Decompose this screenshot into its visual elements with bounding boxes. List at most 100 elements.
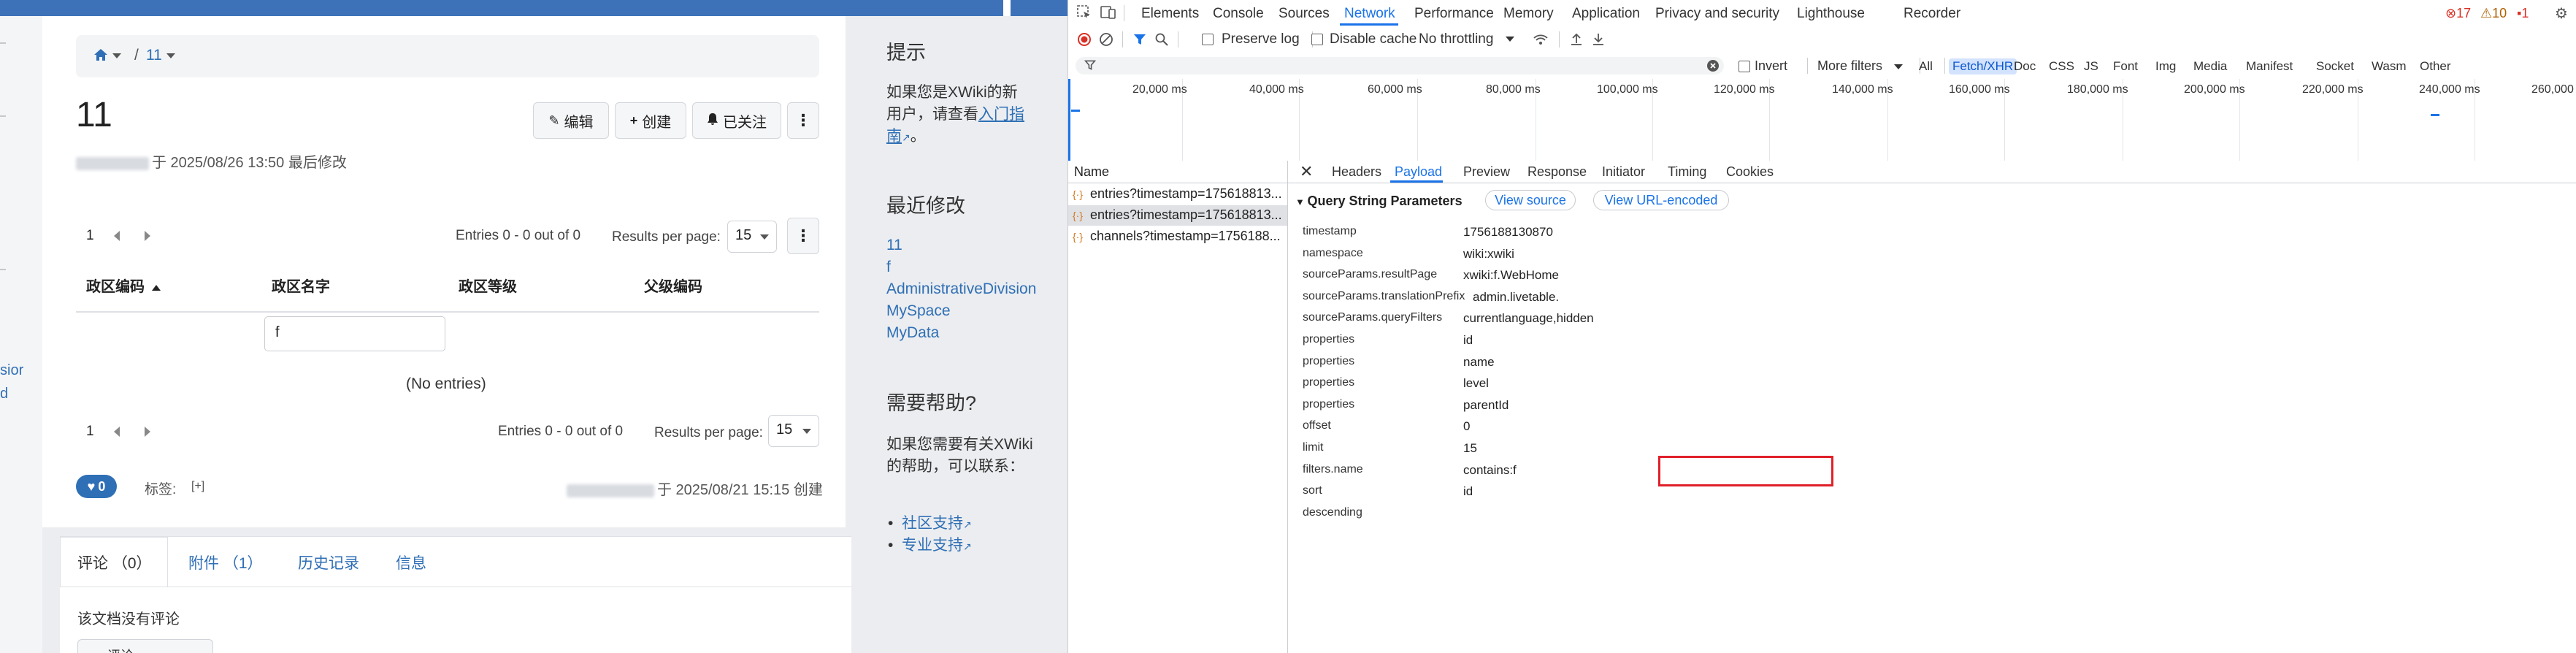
create-button[interactable]: + 创建	[615, 102, 686, 139]
more-filters-button[interactable]: More filters	[1817, 58, 1904, 74]
tab-recorder[interactable]: Recorder	[1904, 6, 1960, 22]
recent-link[interactable]: MyData	[886, 324, 939, 342]
column-header-code[interactable]: 政区编码	[86, 275, 161, 296]
filter-css[interactable]: CSS	[2045, 58, 2078, 75]
disable-cache-checkbox[interactable]	[1311, 34, 1323, 45]
query-string-parameters-header[interactable]: ▼ Query String Parameters	[1295, 194, 1463, 209]
tab-performance[interactable]: Performance	[1414, 6, 1494, 22]
view-url-encoded-button[interactable]: View URL-encoded	[1593, 190, 1729, 210]
request-row[interactable]: {·} entries?timestamp=175618813...	[1068, 184, 1287, 205]
sidebar-link[interactable]: d	[0, 386, 8, 402]
preserve-log-checkbox[interactable]	[1202, 34, 1214, 45]
tab-information[interactable]: 信息	[396, 551, 426, 573]
tab-sources[interactable]: Sources	[1279, 6, 1330, 22]
filter-img[interactable]: Img	[2152, 58, 2180, 75]
clear-icon[interactable]	[1099, 32, 1113, 50]
sidebar-link[interactable]: sior	[0, 362, 23, 379]
clear-filter-icon[interactable]	[1706, 59, 1720, 76]
tab-payload[interactable]: Payload	[1395, 164, 1442, 180]
tab-comments[interactable]: 评论 （0）	[77, 551, 152, 573]
view-source-button[interactable]: View source	[1485, 190, 1576, 210]
search-icon[interactable]	[1154, 32, 1169, 50]
watch-button[interactable]: 已关注	[692, 102, 781, 139]
filter-manifest[interactable]: Manifest	[2242, 58, 2296, 75]
inspect-element-icon[interactable]	[1077, 5, 1092, 23]
device-toolbar-icon[interactable]	[1100, 5, 1116, 23]
close-icon[interactable]: ✕	[1300, 162, 1313, 181]
request-row[interactable]: {·} channels?timestamp=1756188...	[1068, 226, 1287, 247]
filter-fetch-xhr[interactable]: Fetch/XHR	[1949, 58, 2017, 75]
recent-link[interactable]: f	[886, 259, 891, 276]
filter-other[interactable]: Other	[2416, 58, 2455, 75]
throttling-select[interactable]: No throttling	[1419, 31, 1515, 47]
tab-attachments[interactable]: 附件 （1）	[188, 551, 263, 573]
next-page-icon[interactable]	[145, 231, 150, 241]
name-filter-input[interactable]: f	[264, 316, 445, 351]
prev-page-icon[interactable]	[114, 231, 120, 241]
more-vertical-icon: ⋮	[795, 111, 811, 129]
page-title: 11	[76, 96, 112, 134]
network-timeline-overview[interactable]: 20,000 ms 40,000 ms 60,000 ms 80,000 ms …	[1068, 79, 2576, 161]
tab-memory[interactable]: Memory	[1503, 6, 1554, 22]
tab-initiator[interactable]: Initiator	[1602, 164, 1645, 180]
results-per-page-select[interactable]: 15	[727, 221, 777, 253]
timeline-label: 120,000 ms	[1714, 83, 1775, 96]
add-tag-button[interactable]: [+]	[191, 480, 204, 493]
pager-page-number[interactable]: 1	[86, 424, 94, 440]
tab-console[interactable]: Console	[1213, 6, 1264, 22]
recent-link[interactable]: MySpace	[886, 302, 951, 320]
tab-preview[interactable]: Preview	[1463, 164, 1510, 180]
more-actions-button[interactable]: ⋮	[787, 102, 819, 139]
pager-page-number[interactable]: 1	[86, 228, 94, 244]
help-title: 需要帮助?	[886, 392, 977, 414]
comment-button[interactable]: 评论	[77, 639, 213, 653]
table-options-button[interactable]: ⋮	[787, 218, 819, 254]
results-per-page-select[interactable]: 15	[768, 415, 819, 447]
tab-network[interactable]: Network	[1344, 6, 1395, 22]
record-stop-icon[interactable]	[1077, 32, 1092, 50]
tab-lighthouse[interactable]: Lighthouse	[1797, 6, 1865, 22]
tab-elements[interactable]: Elements	[1141, 6, 1199, 22]
tab-timing[interactable]: Timing	[1668, 164, 1706, 180]
tab-cookies[interactable]: Cookies	[1726, 164, 1774, 180]
community-support-link[interactable]: • 社区支持↗	[888, 511, 972, 533]
filter-font[interactable]: Font	[2109, 58, 2142, 75]
tab-headers[interactable]: Headers	[1332, 164, 1381, 180]
name-column-header[interactable]: Name	[1068, 161, 1287, 183]
tab-privacy-security[interactable]: Privacy and security	[1655, 6, 1779, 22]
filter-icon[interactable]	[1132, 32, 1147, 50]
filter-doc[interactable]: Doc	[2010, 58, 2039, 75]
filter-socket[interactable]: Socket	[2312, 58, 2358, 75]
settings-gear-icon[interactable]: ⚙	[2555, 4, 2568, 23]
home-icon[interactable]	[93, 47, 121, 64]
tab-response[interactable]: Response	[1527, 164, 1587, 180]
column-header-parent[interactable]: 父级编码	[644, 275, 702, 296]
import-har-icon[interactable]	[1569, 31, 1584, 50]
filter-media[interactable]: Media	[2190, 58, 2231, 75]
column-header-name[interactable]: 政区名字	[272, 275, 330, 296]
tab-history[interactable]: 历史记录	[298, 551, 359, 573]
filter-all[interactable]: All	[1915, 58, 1936, 75]
network-conditions-icon[interactable]	[1533, 32, 1549, 50]
recent-link[interactable]: AdministrativeDivision	[886, 280, 1050, 298]
issues-count-badge[interactable]: ▪1	[2517, 6, 2529, 21]
network-filter-input[interactable]	[1076, 57, 1724, 75]
export-har-icon[interactable]	[1591, 31, 1606, 50]
recent-link[interactable]: 11	[886, 237, 902, 254]
column-header-level[interactable]: 政区等级	[459, 275, 517, 296]
filter-wasm[interactable]: Wasm	[2368, 58, 2410, 75]
invert-checkbox[interactable]	[1739, 61, 1750, 72]
professional-support-link[interactable]: • 专业支持↗	[888, 533, 972, 555]
tab-application[interactable]: Application	[1572, 6, 1640, 22]
warning-count-badge[interactable]: ⚠10	[2480, 6, 2507, 21]
next-page-icon[interactable]	[145, 427, 150, 437]
error-count-badge[interactable]: ⊗17	[2445, 6, 2471, 21]
entries-count: Entries 0 - 0 out of 0	[456, 228, 581, 243]
filter-js[interactable]: JS	[2080, 58, 2102, 75]
param-value: wiki:xwiki	[1463, 247, 1514, 261]
request-row-selected[interactable]: {·} entries?timestamp=175618813...	[1068, 205, 1287, 226]
like-button[interactable]: ♥ 0	[76, 475, 117, 498]
prev-page-icon[interactable]	[114, 427, 120, 437]
edit-button[interactable]: ✎ 编辑	[533, 102, 609, 139]
breadcrumb-page[interactable]: 11	[146, 47, 175, 64]
